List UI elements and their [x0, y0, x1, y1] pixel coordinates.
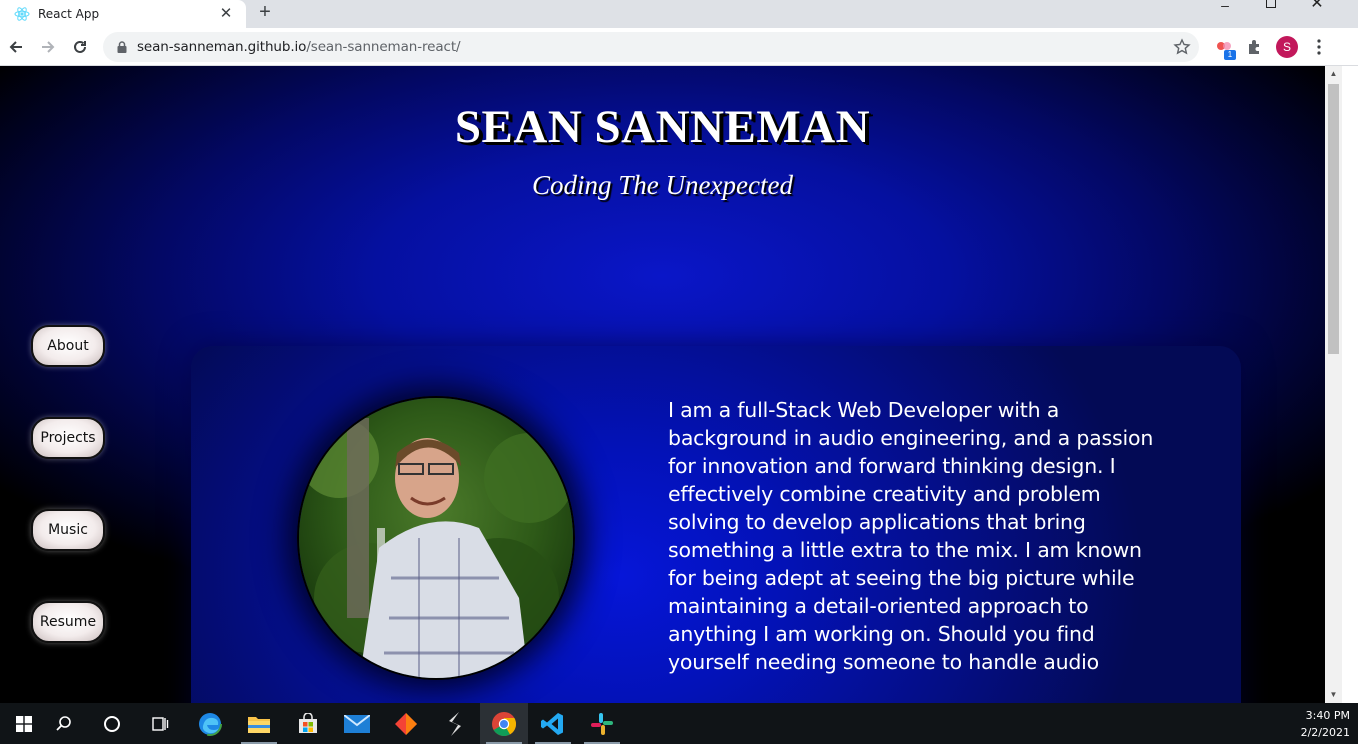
nav-resume-button[interactable]: Resume: [31, 601, 105, 643]
store-icon[interactable]: [284, 703, 332, 744]
back-icon[interactable]: [4, 35, 28, 59]
git-kraken-icon[interactable]: [382, 703, 430, 744]
minimize-icon[interactable]: –: [1202, 0, 1248, 28]
clock-date: 2/2/2021: [1300, 726, 1350, 739]
vscode-icon[interactable]: [529, 703, 577, 744]
chrome-icon[interactable]: [480, 703, 528, 744]
lock-icon: [117, 41, 127, 53]
task-view-icon[interactable]: [136, 703, 184, 744]
menu-kebab-icon[interactable]: [1308, 36, 1330, 58]
tab-title: React App: [38, 7, 100, 21]
close-window-icon[interactable]: ✕: [1294, 0, 1340, 28]
forward-icon[interactable]: [36, 35, 60, 59]
edge-icon[interactable]: [186, 703, 234, 744]
clock-time: 3:40 PM: [1305, 709, 1350, 722]
scroll-thumb[interactable]: [1328, 84, 1339, 354]
site-title: SEAN SANNEMAN: [454, 101, 871, 153]
site-subtitle: Coding The Unexpected: [532, 170, 793, 200]
browser-tab[interactable]: React App ✕: [0, 0, 246, 28]
page-viewport: SEAN SANNEMAN Coding The Unexpected Abou…: [0, 66, 1325, 703]
browser-toolbar: sean-sanneman.github.io/sean-sanneman-re…: [0, 28, 1358, 66]
bookmark-star-icon[interactable]: [1173, 38, 1191, 56]
cortana-icon[interactable]: [88, 703, 136, 744]
url-path: /sean-sanneman-react/: [306, 39, 461, 55]
search-icon[interactable]: [40, 703, 88, 744]
page-scrollbar[interactable]: ▲ ▼: [1325, 66, 1342, 703]
puzzle-extensions-icon[interactable]: [1244, 36, 1266, 58]
system-clock[interactable]: 3:40 PM 2/2/2021: [1290, 707, 1350, 741]
nav-about-button[interactable]: About: [31, 325, 105, 367]
react-logo-icon: [14, 7, 30, 21]
reload-icon[interactable]: [68, 35, 92, 59]
url-text: sean-sanneman.github.io/sean-sanneman-re…: [137, 39, 461, 55]
new-tab-button[interactable]: +: [254, 2, 276, 24]
sublime-icon[interactable]: [431, 703, 479, 744]
address-bar[interactable]: sean-sanneman.github.io/sean-sanneman-re…: [103, 32, 1199, 62]
extension-badge: 1: [1224, 50, 1236, 60]
tab-strip: React App ✕ + – ✕: [0, 0, 1358, 28]
profile-photo: [297, 396, 575, 680]
nav-projects-button[interactable]: Projects: [31, 417, 105, 459]
file-explorer-icon[interactable]: [235, 703, 283, 744]
mail-icon[interactable]: [333, 703, 381, 744]
maximize-icon[interactable]: [1248, 0, 1294, 28]
about-card: I am a full-Stack Web Developer with a b…: [191, 346, 1241, 703]
close-tab-icon[interactable]: ✕: [218, 6, 234, 22]
window-edge: [1342, 66, 1358, 703]
slack-icon[interactable]: [578, 703, 626, 744]
bio-text: I am a full-Stack Web Developer with a b…: [668, 398, 1154, 674]
windows-taskbar: 3:40 PM 2/2/2021: [0, 703, 1358, 744]
nav-music-button[interactable]: Music: [31, 509, 105, 551]
scroll-up-arrow-icon[interactable]: ▲: [1325, 66, 1342, 82]
profile-avatar[interactable]: S: [1276, 36, 1298, 58]
url-host: sean-sanneman.github.io: [137, 39, 307, 55]
scroll-down-arrow-icon[interactable]: ▼: [1325, 687, 1342, 703]
